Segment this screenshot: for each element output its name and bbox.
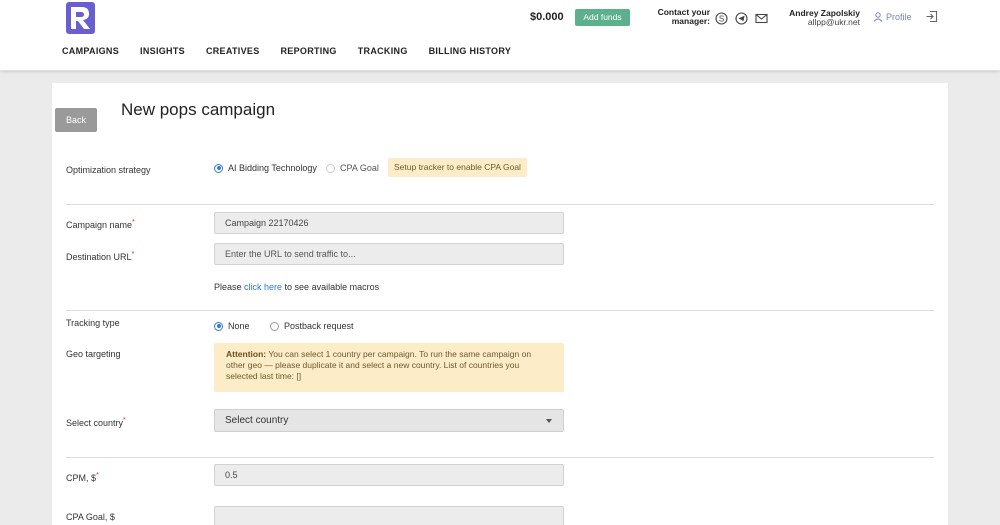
option-tracking-none[interactable]: None [214,321,250,331]
campaign-name-input[interactable] [214,212,564,234]
cpm-label: CPM, $* [66,470,99,483]
nav-insights[interactable]: INSIGHTS [140,46,185,56]
geo-attention-alert: Attention: You can select 1 country per … [214,343,564,392]
back-button[interactable]: Back [55,108,97,132]
destination-url-label-text: Destination URL [66,252,132,262]
balance-amount: $0.000 [530,11,564,23]
radio-tracking-none[interactable] [214,321,223,331]
cpa-goal-label: CPA Goal, $ [66,512,115,522]
alert-text: You can select 1 country per campaign. T… [226,349,532,381]
chevron-down-icon [546,419,552,423]
destination-url-label: Destination URL* [66,249,134,262]
skype-icon[interactable]: S [715,12,728,25]
contact-line-2: manager: [671,16,710,26]
brand-logo-icon[interactable] [66,2,95,34]
svg-text:S: S [719,14,724,23]
add-funds-button[interactable]: Add funds [575,9,630,26]
country-select-value: Select country [225,415,289,426]
tracking-type-label: Tracking type [66,318,120,328]
cpm-input[interactable] [214,464,564,486]
required-mark: * [132,217,135,226]
nav-tracking[interactable]: TRACKING [358,46,408,56]
user-email: allpp@ukr.net [807,17,860,27]
required-mark: * [96,470,99,479]
radio-ai-bidding[interactable] [214,163,223,173]
cpm-label-text: CPM, $ [66,473,97,483]
macros-hint-after: to see available macros [282,282,380,292]
macros-hint: Please click here to see available macro… [214,282,379,292]
nav-billing-history[interactable]: BILLING HISTORY [429,46,512,56]
destination-url-input[interactable] [214,243,564,265]
option-postback-request-label: Postback request [284,321,354,331]
tracker-notice-badge: Setup tracker to enable CPA Goal [388,158,527,177]
profile-link[interactable]: Profile [873,12,912,22]
contact-manager-label: Contact your manager: [640,8,710,26]
select-country-label-text: Select country [66,418,124,428]
nav-creatives[interactable]: CREATIVES [206,46,260,56]
option-ai-bidding-label: AI Bidding Technology [228,163,317,173]
geo-targeting-label: Geo targeting [66,349,121,359]
required-mark: * [123,415,126,424]
nav-campaigns[interactable]: CAMPAIGNS [62,46,119,56]
user-icon [873,12,883,22]
campaign-form-panel [52,83,948,525]
page-title: New pops campaign [121,100,276,119]
option-tracking-none-label: None [228,321,250,331]
option-ai-bidding[interactable]: AI Bidding Technology [214,163,317,173]
section-divider [66,457,934,458]
profile-label: Profile [886,12,912,22]
section-divider [66,310,934,311]
radio-postback-request[interactable] [270,321,279,331]
top-header: $0.000 Add funds Contact your manager: S… [0,0,1000,71]
nav-reporting[interactable]: REPORTING [281,46,337,56]
option-cpa-goal-label: CPA Goal [340,163,379,173]
radio-cpa-goal[interactable] [326,163,335,173]
alert-title: Attention: [226,349,267,359]
logout-icon[interactable] [925,10,938,23]
optimization-strategy-label: Optimization strategy [66,165,151,175]
option-postback-request[interactable]: Postback request [270,321,354,331]
main-navigation: CAMPAIGNS INSIGHTS CREATIVES REPORTING T… [62,46,532,56]
country-select[interactable]: Select country [214,409,564,432]
option-cpa-goal[interactable]: CPA Goal [326,163,379,173]
section-divider [66,204,934,205]
macros-hint-before: Please [214,282,245,292]
cpa-goal-input[interactable] [214,506,564,525]
required-mark: * [131,249,135,258]
macros-link[interactable]: click here [244,282,282,292]
campaign-name-label-text: Campaign name [66,220,133,230]
campaign-name-label: Campaign name* [66,217,135,230]
select-country-label: Select country* [66,415,126,428]
